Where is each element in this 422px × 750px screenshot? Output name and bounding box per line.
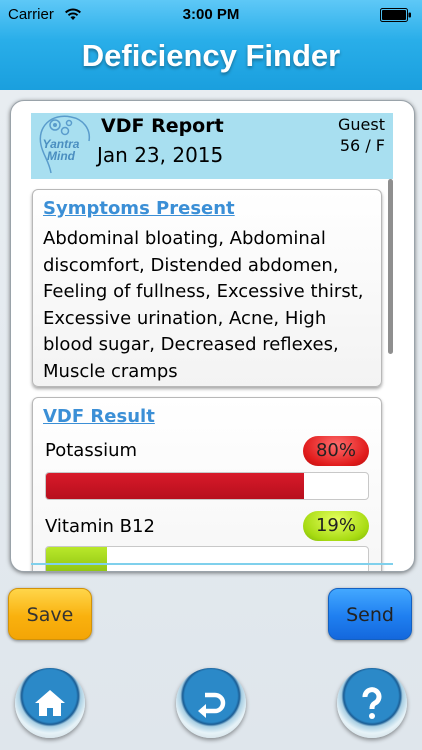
home-icon xyxy=(35,690,65,716)
back-button[interactable] xyxy=(176,668,246,738)
save-button[interactable]: Save xyxy=(8,588,92,640)
percent-badge: 80% xyxy=(303,436,369,466)
percent-badge: 19% xyxy=(303,511,369,541)
result-panel: VDF Result Potassium 80% Vitamin B12 19% xyxy=(32,397,382,571)
nutrient-name: Potassium xyxy=(45,440,138,461)
deficiency-bar xyxy=(45,546,369,571)
nutrient-name: Vitamin B12 xyxy=(45,516,155,537)
result-title-link[interactable]: VDF Result xyxy=(43,406,155,427)
scrollbar[interactable] xyxy=(388,179,393,354)
report-title: VDF Report xyxy=(101,115,224,137)
user-label: Guest xyxy=(338,115,385,134)
logo-text-line2: Mind xyxy=(47,149,75,163)
report-card: Yantra Mind VDF Report Jan 23, 2015 Gues… xyxy=(10,100,415,572)
help-icon xyxy=(362,687,382,719)
card-divider xyxy=(31,563,393,565)
clock-time: 3:00 PM xyxy=(182,6,240,23)
logo-text: Yantra Mind xyxy=(31,138,91,162)
home-button[interactable] xyxy=(15,668,85,738)
send-button[interactable]: Send xyxy=(328,588,412,640)
deficiency-bar xyxy=(45,472,369,500)
status-bar: Carrier 3:00 PM xyxy=(0,0,422,30)
symptoms-list: Abdominal bloating, Abdominal discomfort… xyxy=(43,228,364,382)
undo-icon xyxy=(198,692,226,718)
user-age-gender: 56 / F xyxy=(339,136,385,155)
report-header: Yantra Mind VDF Report Jan 23, 2015 Gues… xyxy=(31,113,393,179)
deficiency-bar-fill xyxy=(46,473,304,499)
app-header: Carrier 3:00 PM Deficiency Finder xyxy=(0,0,422,90)
app-title: Deficiency Finder xyxy=(81,38,341,73)
symptoms-panel: Symptoms Present Abdominal bloating, Abd… xyxy=(32,189,382,387)
help-button[interactable] xyxy=(337,668,407,738)
report-date: Jan 23, 2015 xyxy=(97,143,224,167)
deficiency-bar-fill xyxy=(46,547,108,571)
battery-icon xyxy=(380,8,411,22)
symptoms-title-link[interactable]: Symptoms Present xyxy=(43,198,235,219)
